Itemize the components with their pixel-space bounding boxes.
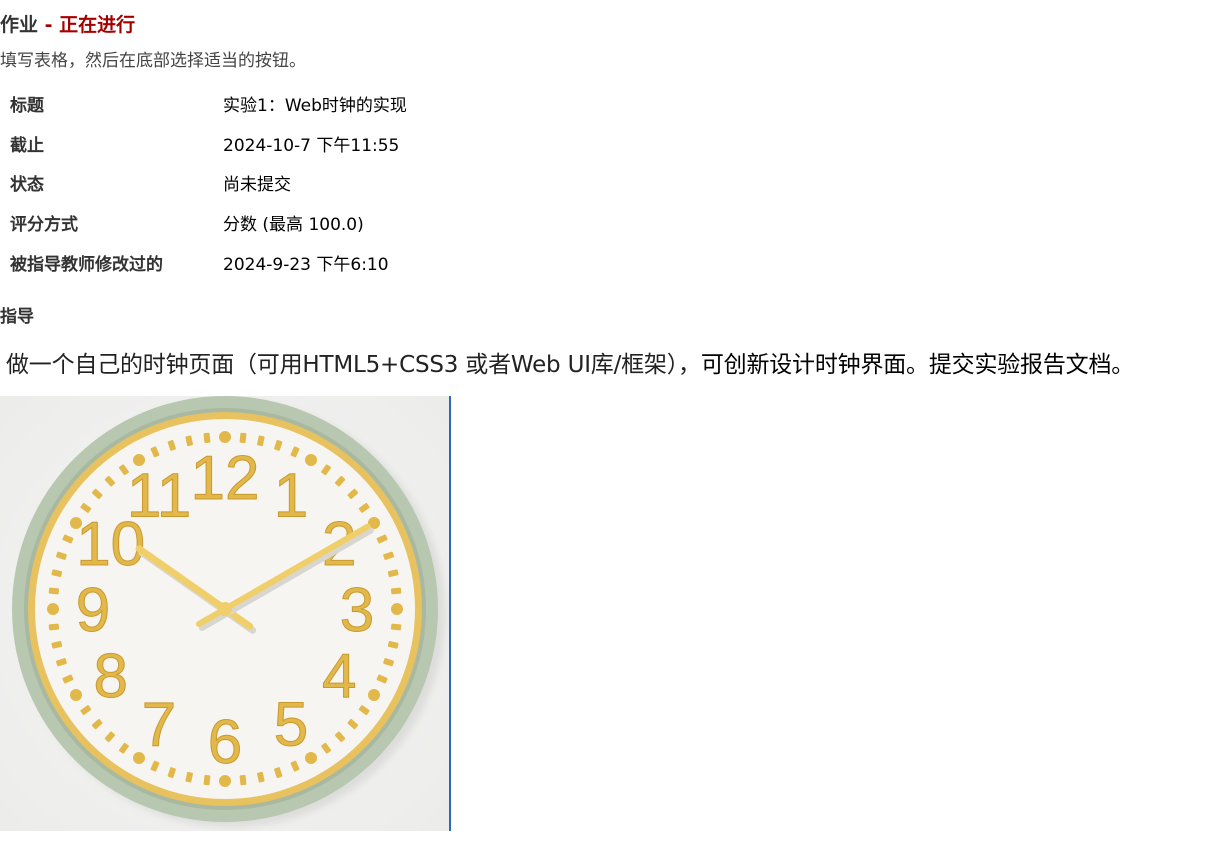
hour-dot xyxy=(47,603,59,615)
detail-label-title: 标题 xyxy=(10,96,44,117)
detail-value-status: 尚未提交 xyxy=(223,175,291,196)
clock-numeral: 8 xyxy=(93,642,127,711)
clock-numeral: 6 xyxy=(208,708,242,777)
assignment-status: 正在进行 xyxy=(59,14,136,36)
wall-clock-illustration: 121234567891011 xyxy=(0,396,449,831)
table-row: 被指导教师修改过的 2024-9-23 下午6:10 xyxy=(0,242,407,282)
clock-numeral: 11 xyxy=(127,462,191,531)
detail-label-status: 状态 xyxy=(10,175,44,196)
detail-label-due: 截止 xyxy=(10,135,44,156)
detail-value-title: 实验1：Web时钟的实现 xyxy=(223,96,407,117)
guide-heading: 指导 xyxy=(0,307,34,327)
assignment-details-table: 标题 实验1：Web时钟的实现 截止 2024-10-7 下午11:55 状态 … xyxy=(0,84,407,282)
detail-label-modified: 被指导教师修改过的 xyxy=(10,254,163,275)
minute-tick xyxy=(48,587,60,595)
guide-text-part1: 做一个自己的时钟页面（可用HTML5+CSS3 或者Web UI库/框架）， xyxy=(6,352,701,378)
table-row: 截止 2024-10-7 下午11:55 xyxy=(0,124,407,164)
clock-numeral: 12 xyxy=(191,444,260,513)
minute-tick xyxy=(203,432,211,444)
center-hub xyxy=(218,602,232,616)
assignment-header: 作业 - 正在进行 xyxy=(0,10,135,37)
detail-value-grading: 分数 (最高 100.0) xyxy=(223,215,364,236)
guide-text: 做一个自己的时钟页面（可用HTML5+CSS3 或者Web UI库/框架），可创… xyxy=(6,345,1134,379)
clock-numeral: 3 xyxy=(340,576,374,645)
table-row: 状态 尚未提交 xyxy=(0,163,407,203)
table-row: 评分方式 分数 (最高 100.0) xyxy=(0,203,407,243)
clock-numeral: 4 xyxy=(322,642,356,711)
detail-label-grading: 评分方式 xyxy=(10,215,78,236)
guide-text-part2: 可创新设计时钟界面。提交实验报告文档。 xyxy=(700,352,1135,378)
clock-numeral: 1 xyxy=(274,462,308,531)
clock-image[interactable]: 121234567891011 xyxy=(0,396,451,831)
form-instructions: 填写表格，然后在底部选择适当的按钮。 xyxy=(0,51,306,71)
minute-tick xyxy=(390,623,402,631)
assignment-title: 作业 xyxy=(0,14,39,36)
minute-tick xyxy=(239,432,247,444)
detail-value-due: 2024-10-7 下午11:55 xyxy=(223,135,400,156)
hour-dot xyxy=(70,689,82,701)
minute-tick xyxy=(390,587,402,595)
table-row: 标题 实验1：Web时钟的实现 xyxy=(0,84,407,124)
hour-dot xyxy=(391,603,403,615)
clock-numeral: 9 xyxy=(76,576,110,645)
detail-value-modified: 2024-9-23 下午6:10 xyxy=(223,254,389,275)
hour-dot xyxy=(368,689,380,701)
hour-dot xyxy=(219,431,231,443)
header-separator: - xyxy=(44,14,53,36)
clock-numeral: 5 xyxy=(274,690,308,759)
clock-numeral: 7 xyxy=(142,690,176,759)
minute-tick xyxy=(48,623,60,631)
